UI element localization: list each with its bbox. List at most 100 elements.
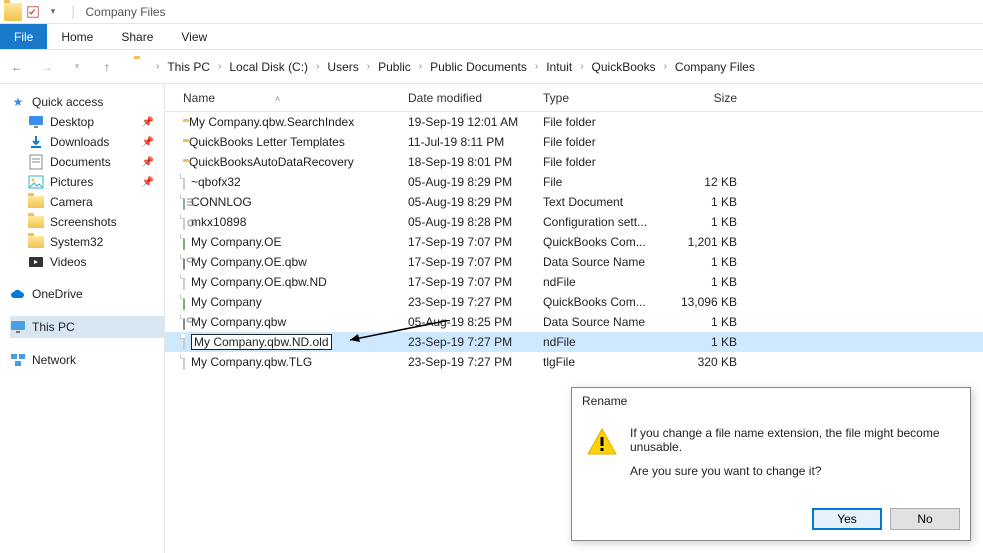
sidebar-quick-access[interactable]: ★ Quick access [10, 92, 164, 112]
file-row[interactable]: My Company.qbw.SearchIndex19-Sep-19 12:0… [165, 112, 983, 132]
column-type[interactable]: Type [543, 91, 673, 105]
chevron-right-icon[interactable]: › [580, 61, 583, 72]
file-size: 1 KB [673, 315, 753, 329]
file-row[interactable]: My Company.OE.qbw.ND17-Sep-19 7:07 PMndF… [165, 272, 983, 292]
sidebar-onedrive[interactable]: OneDrive [10, 284, 164, 304]
sidebar-item[interactable]: System32 [10, 232, 164, 252]
sidebar-item[interactable]: Camera [10, 192, 164, 212]
chevron-right-icon[interactable]: › [367, 61, 370, 72]
file-size: 1,201 KB [673, 235, 753, 249]
column-date[interactable]: Date modified [408, 91, 543, 105]
sidebar-label: OneDrive [32, 287, 83, 301]
file-name: QuickBooksAutoDataRecovery [189, 155, 354, 169]
breadcrumb-segment[interactable]: Public [374, 60, 415, 74]
file-size: 320 KB [673, 355, 753, 369]
dialog-title: Rename [572, 388, 970, 414]
star-icon: ★ [10, 94, 26, 110]
file-row[interactable]: My Company23-Sep-19 7:27 PMQuickBooks Co… [165, 292, 983, 312]
file-row[interactable]: My Company.OE17-Sep-19 7:07 PMQuickBooks… [165, 232, 983, 252]
tab-file[interactable]: File [0, 24, 47, 49]
picture-icon [28, 174, 44, 190]
forward-button[interactable]: → [38, 58, 56, 76]
window-title: Company Files [86, 5, 166, 19]
breadcrumb[interactable]: › This PC › Local Disk (C:) › Users › Publi… [128, 55, 975, 79]
chevron-right-icon[interactable]: › [218, 61, 221, 72]
up-button[interactable]: ↑ [98, 58, 116, 76]
recent-dropdown-icon[interactable]: ▾ [68, 58, 86, 76]
qat-dropdown-icon[interactable]: ▾ [44, 3, 62, 21]
sidebar-item[interactable]: Desktop📌 [10, 112, 164, 132]
chevron-right-icon[interactable]: › [419, 61, 422, 72]
breadcrumb-segment[interactable]: This PC [163, 60, 214, 74]
sidebar-label: This PC [32, 320, 75, 334]
file-row[interactable]: My Company.qbw.TLG23-Sep-19 7:27 PMtlgFi… [165, 352, 983, 372]
sidebar-label: Quick access [32, 95, 103, 109]
breadcrumb-segment[interactable]: Public Documents [426, 60, 531, 74]
qat-item[interactable] [24, 3, 42, 21]
file-date: 05-Aug-19 8:29 PM [408, 175, 543, 189]
breadcrumb-segment[interactable]: Local Disk (C:) [225, 60, 312, 74]
file-name[interactable]: My Company.qbw.ND.old [191, 334, 332, 350]
file-date: 11-Jul-19 8:11 PM [408, 135, 543, 149]
file-date: 05-Aug-19 8:25 PM [408, 315, 543, 329]
file-type: File folder [543, 155, 673, 169]
chevron-right-icon[interactable]: › [535, 61, 538, 72]
file-size: 1 KB [673, 195, 753, 209]
file-type: File folder [543, 115, 673, 129]
file-row[interactable]: My Company.OE.qbw 17-Sep-19 7:07 PMData S… [165, 252, 983, 272]
file-name: My Company.OE.qbw [191, 255, 307, 269]
sidebar-item[interactable]: Documents📌 [10, 152, 164, 172]
sidebar-item[interactable]: Videos [10, 252, 164, 272]
sidebar-this-pc[interactable]: This PC [10, 316, 164, 338]
file-icon [183, 275, 185, 289]
dialog-line1: If you change a file name extension, the… [630, 426, 956, 454]
tab-view[interactable]: View [167, 24, 221, 49]
file-icon [183, 215, 185, 229]
no-button[interactable]: No [890, 508, 960, 530]
chevron-right-icon[interactable]: › [664, 61, 667, 72]
breadcrumb-segment[interactable]: Intuit [542, 60, 576, 74]
file-name: My Company.OE [191, 235, 281, 249]
file-row[interactable]: My Company.qbw05-Aug-19 8:25 PMData Sour… [165, 312, 983, 332]
file-date: 23-Sep-19 7:27 PM [408, 295, 543, 309]
file-date: 17-Sep-19 7:07 PM [408, 275, 543, 289]
file-row[interactable]: QuickBooksAutoDataRecovery18-Sep-19 8:01… [165, 152, 983, 172]
file-date: 23-Sep-19 7:27 PM [408, 335, 543, 349]
file-row[interactable]: My Company.qbw.ND.old23-Sep-19 7:27 PMnd… [165, 332, 983, 352]
tab-share[interactable]: Share [107, 24, 167, 49]
chevron-right-icon[interactable]: › [156, 61, 159, 72]
file-row[interactable]: QuickBooks Letter Templates11-Jul-19 8:1… [165, 132, 983, 152]
folder-icon[interactable] [4, 3, 22, 21]
breadcrumb-segment[interactable]: Company Files [671, 60, 759, 74]
sidebar-item-label: Videos [50, 255, 86, 269]
file-row[interactable]: CONNLOG05-Aug-19 8:29 PMText Document1 K… [165, 192, 983, 212]
file-date: 17-Sep-19 7:07 PM [408, 255, 543, 269]
sidebar-label: Network [32, 353, 76, 367]
chevron-right-icon[interactable]: › [316, 61, 319, 72]
file-size: 13,096 KB [673, 295, 753, 309]
sidebar-item[interactable]: Pictures📌 [10, 172, 164, 192]
sidebar-item[interactable]: Downloads📌 [10, 132, 164, 152]
file-row[interactable]: mkx1089805-Aug-19 8:28 PMConfiguration s… [165, 212, 983, 232]
pin-icon: 📌 [142, 177, 154, 188]
file-type: File [543, 175, 673, 189]
file-date: 23-Sep-19 7:27 PM [408, 355, 543, 369]
column-size[interactable]: Size [673, 91, 753, 105]
breadcrumb-segment[interactable]: QuickBooks [588, 60, 660, 74]
file-icon [183, 315, 185, 329]
sidebar: ★ Quick access Desktop📌Downloads📌Documen… [0, 84, 165, 553]
monitor-icon [10, 319, 26, 335]
file-type: Data Source Name [543, 255, 673, 269]
yes-button[interactable]: Yes [812, 508, 882, 530]
file-type: Text Document [543, 195, 673, 209]
file-type: Configuration sett... [543, 215, 673, 229]
breadcrumb-segment[interactable]: Users [323, 60, 362, 74]
sidebar-item[interactable]: Screenshots [10, 212, 164, 232]
column-name[interactable]: Name˄ [183, 91, 408, 105]
file-row[interactable]: ~qbofx3205-Aug-19 8:29 PMFile12 KB [165, 172, 983, 192]
tab-home[interactable]: Home [47, 24, 107, 49]
file-date: 17-Sep-19 7:07 PM [408, 235, 543, 249]
sidebar-network[interactable]: Network [10, 350, 164, 370]
file-date: 05-Aug-19 8:28 PM [408, 215, 543, 229]
back-button[interactable]: ← [8, 58, 26, 76]
